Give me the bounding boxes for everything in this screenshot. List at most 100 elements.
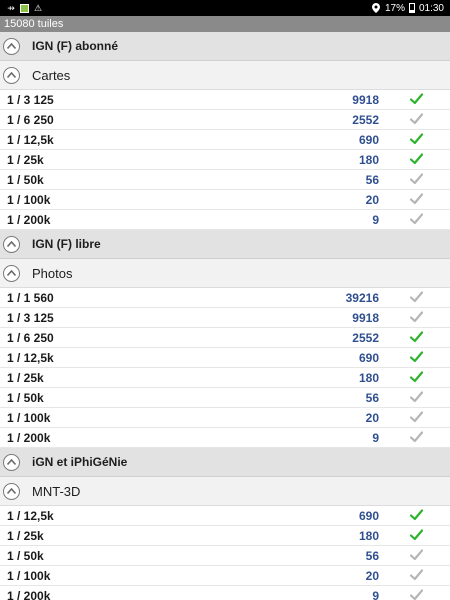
group-header[interactable]: IGN (F) abonné xyxy=(0,32,450,61)
tile-count: 20 xyxy=(365,192,379,207)
scale-label: 1 / 12,5k xyxy=(7,132,54,147)
tile-count: 2552 xyxy=(352,330,379,345)
check-icon-inactive[interactable] xyxy=(410,112,424,127)
collapse-icon[interactable] xyxy=(3,264,20,282)
check-icon-inactive[interactable] xyxy=(410,568,424,583)
status-bar-left: ⇸ ⚠ xyxy=(6,3,43,13)
check-icon-inactive[interactable] xyxy=(410,290,424,305)
scale-row[interactable]: 1 / 25k 180 xyxy=(0,368,450,388)
collapse-icon[interactable] xyxy=(3,66,20,84)
scale-row[interactable]: 1 / 12,5k 690 xyxy=(0,348,450,368)
tile-count: 56 xyxy=(365,548,379,563)
check-icon[interactable] xyxy=(410,508,424,523)
scale-row[interactable]: 1 / 12,5k 690 xyxy=(0,130,450,150)
tile-count: 56 xyxy=(365,172,379,187)
scale-row[interactable]: 1 / 200k 9 xyxy=(0,586,450,600)
scale-row[interactable]: 1 / 200k 9 xyxy=(0,428,450,448)
warning-icon: ⚠ xyxy=(33,3,43,13)
sub-header[interactable]: Photos xyxy=(0,259,450,288)
check-icon[interactable] xyxy=(410,132,424,147)
group-title: iGN et iPhiGéNie xyxy=(32,455,128,469)
tile-count: 9 xyxy=(372,588,379,600)
scale-label: 1 / 100k xyxy=(7,568,51,583)
scale-row[interactable]: 1 / 100k 20 xyxy=(0,190,450,210)
tile-count: 9 xyxy=(372,430,379,445)
check-icon-inactive[interactable] xyxy=(410,390,424,405)
sub-title: Photos xyxy=(32,265,73,281)
tile-count: 9918 xyxy=(352,92,379,107)
clock: 01:30 xyxy=(418,2,444,14)
group-title: IGN (F) libre xyxy=(32,237,101,251)
tile-count: 2552 xyxy=(352,112,379,127)
scale-label: 1 / 100k xyxy=(7,192,51,207)
check-icon-inactive[interactable] xyxy=(410,192,424,207)
collapse-icon[interactable] xyxy=(3,235,20,253)
scale-label: 1 / 6 250 xyxy=(7,112,54,127)
group-title: IGN (F) abonné xyxy=(32,39,118,53)
collapse-icon[interactable] xyxy=(3,482,20,500)
scale-row[interactable]: 1 / 50k 56 xyxy=(0,546,450,566)
check-icon-inactive[interactable] xyxy=(410,212,424,227)
scale-row[interactable]: 1 / 50k 56 xyxy=(0,388,450,408)
scale-label: 1 / 6 250 xyxy=(7,330,54,345)
scale-label: 1 / 50k xyxy=(7,548,44,563)
scale-label: 1 / 200k xyxy=(7,212,51,227)
status-bar: ⇸ ⚠ 17% 01:30 xyxy=(0,0,450,16)
check-icon[interactable] xyxy=(410,152,424,167)
page-title: 15080 tuiles xyxy=(0,16,450,32)
scale-label: 1 / 25k xyxy=(7,152,44,167)
scale-label: 1 / 3 125 xyxy=(7,310,54,325)
sub-header[interactable]: Cartes xyxy=(0,61,450,90)
collapse-icon[interactable] xyxy=(3,37,20,55)
scale-row[interactable]: 1 / 200k 9 xyxy=(0,210,450,230)
group-header[interactable]: IGN (F) libre xyxy=(0,230,450,259)
check-icon[interactable] xyxy=(410,330,424,345)
scale-label: 1 / 50k xyxy=(7,172,44,187)
scale-row[interactable]: 1 / 1 560 39216 xyxy=(0,288,450,308)
usb-icon: ⇸ xyxy=(7,3,15,13)
tile-count: 180 xyxy=(358,370,379,385)
check-icon-inactive[interactable] xyxy=(410,430,424,445)
scale-label: 1 / 1 560 xyxy=(7,290,54,305)
group-header[interactable]: iGN et iPhiGéNie xyxy=(0,448,450,477)
scale-row[interactable]: 1 / 12,5k 690 xyxy=(0,506,450,526)
scale-row[interactable]: 1 / 100k 20 xyxy=(0,408,450,428)
tile-count: 20 xyxy=(365,568,379,583)
map-app-icon xyxy=(20,3,29,13)
check-icon-inactive[interactable] xyxy=(410,310,424,325)
sub-title: Cartes xyxy=(32,67,71,83)
tile-count: 39216 xyxy=(345,290,379,305)
check-icon-inactive[interactable] xyxy=(410,410,424,425)
check-icon[interactable] xyxy=(410,350,424,365)
tile-list[interactable]: IGN (F) abonné Cartes 1 / 3 125 9918 1 / 6 2… xyxy=(0,32,450,600)
battery-icon xyxy=(408,3,415,13)
tile-count: 180 xyxy=(358,528,379,543)
sub-header[interactable]: MNT-3D xyxy=(0,477,450,506)
scale-row[interactable]: 1 / 100k 20 xyxy=(0,566,450,586)
tile-count: 690 xyxy=(358,350,379,365)
check-icon[interactable] xyxy=(410,528,424,543)
scale-row[interactable]: 1 / 3 125 9918 xyxy=(0,308,450,328)
scale-label: 1 / 100k xyxy=(7,410,51,425)
tile-count: 20 xyxy=(365,410,379,425)
scale-row[interactable]: 1 / 25k 180 xyxy=(0,526,450,546)
collapse-icon[interactable] xyxy=(3,453,20,471)
location-icon xyxy=(371,3,381,13)
scale-row[interactable]: 1 / 6 250 2552 xyxy=(0,110,450,130)
scale-label: 1 / 200k xyxy=(7,430,51,445)
battery-percent: 17% xyxy=(384,2,405,14)
check-icon-inactive[interactable] xyxy=(410,588,424,600)
tile-count: 690 xyxy=(358,508,379,523)
tile-count: 690 xyxy=(358,132,379,147)
check-icon[interactable] xyxy=(410,92,424,107)
tile-count: 9918 xyxy=(352,310,379,325)
scale-row[interactable]: 1 / 3 125 9918 xyxy=(0,90,450,110)
scale-row[interactable]: 1 / 6 250 2552 xyxy=(0,328,450,348)
scale-row[interactable]: 1 / 25k 180 xyxy=(0,150,450,170)
check-icon-inactive[interactable] xyxy=(410,548,424,563)
tile-count: 180 xyxy=(358,152,379,167)
check-icon[interactable] xyxy=(410,370,424,385)
check-icon-inactive[interactable] xyxy=(410,172,424,187)
scale-row[interactable]: 1 / 50k 56 xyxy=(0,170,450,190)
scale-label: 1 / 3 125 xyxy=(7,92,54,107)
